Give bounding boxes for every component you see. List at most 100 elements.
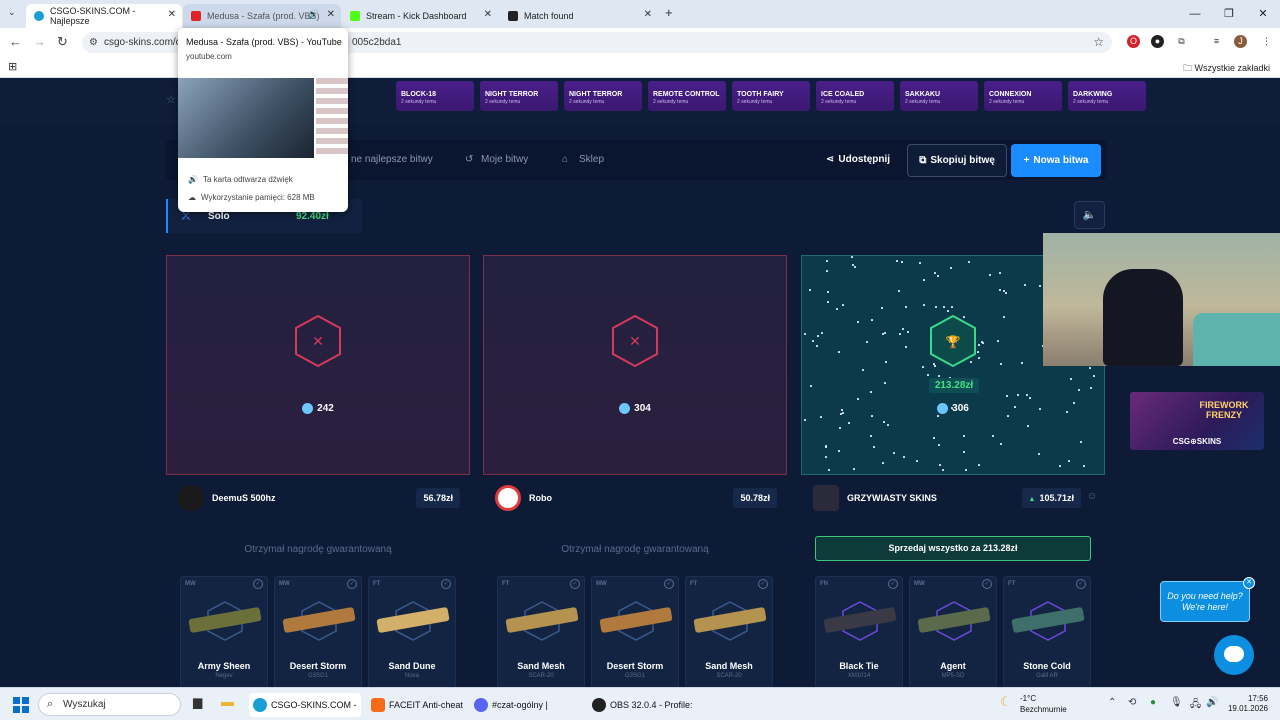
promo-banner[interactable]: FIREWORK FRENZY CSG⊕SKINS — [1130, 392, 1264, 450]
check-circle-icon[interactable]: ✓ — [570, 579, 580, 589]
microphone-icon[interactable]: 🎙 — [1170, 697, 1183, 708]
player-name[interactable]: DeemuS 500hz — [212, 493, 276, 503]
ticker-item[interactable]: CONNEXION 2 sekundy temu — [984, 81, 1062, 111]
apps-grid-icon[interactable]: ⊞ — [8, 60, 17, 73]
network-icon[interactable]: 🖧 — [1190, 697, 1201, 714]
item-card[interactable]: MW ✓ Army Sheen Negev — [180, 576, 268, 687]
weather-widget[interactable]: ☾ -1°C Bezchmurnie — [1000, 693, 1067, 715]
item-card[interactable]: FT ✓ Sand Mesh SCAR-20 — [685, 576, 773, 687]
sound-toggle-button[interactable]: 🔈 — [1074, 201, 1105, 229]
tab-youtube-medusa[interactable]: Medusa - Szafa (prod. VBS) 🔊 ✕ — [183, 4, 341, 28]
item-card[interactable]: FN ✓ Black Tie XM1014 — [815, 576, 903, 687]
bookmark-star-icon[interactable]: ☆ — [1093, 32, 1104, 53]
item-card[interactable]: FT ✓ Sand Dune Nova — [368, 576, 456, 687]
ticker-item[interactable]: ICE COALED 2 sekundy temu — [816, 81, 894, 111]
close-icon[interactable]: ✕ — [168, 9, 176, 20]
star-particle — [916, 460, 918, 462]
taskbar-app-obs[interactable]: OBS 32.0.4 - Profile: Bez — [588, 693, 708, 717]
all-bookmarks[interactable]: 🗀 Wszystkie zakładki — [1183, 61, 1270, 77]
check-circle-icon[interactable]: ✓ — [664, 579, 674, 589]
windows-start-icon[interactable] — [13, 697, 29, 713]
star-particle — [885, 361, 887, 363]
taskbar-search-input[interactable]: ⌕ Wyszukaj — [38, 693, 181, 716]
copy-battle-button[interactable]: ⧉ Skopiuj bitwę — [907, 144, 1007, 177]
item-card[interactable]: FT ✓ Stone Cold Galil AR — [1003, 576, 1091, 687]
check-circle-icon[interactable]: ✓ — [441, 579, 451, 589]
avatar[interactable] — [178, 485, 204, 511]
star-particle — [963, 451, 965, 453]
task-view-icon[interactable]: ▆ — [193, 695, 202, 709]
tab-kick-dashboard[interactable]: Stream - Kick Dashboard ✕ — [342, 4, 498, 28]
profile-avatar[interactable]: J — [1234, 35, 1247, 48]
check-circle-icon[interactable]: ✓ — [253, 579, 263, 589]
item-name: Sand Mesh — [517, 661, 565, 671]
nav-my-battles[interactable]: Moje bitwy — [481, 154, 528, 165]
shop-icon: ⌂ — [562, 154, 569, 165]
puzzle-extensions-icon[interactable]: ⧉ — [1175, 35, 1188, 48]
tab-search-dropdown-icon[interactable]: ⌄ — [8, 7, 16, 18]
ticker-item[interactable]: DARKWING 2 sekundy temu — [1068, 81, 1146, 111]
ticker-item[interactable]: BLOCK-18 2 sekundy temu — [396, 81, 474, 111]
nav-shop[interactable]: Sklep — [579, 154, 604, 165]
tray-onedrive-icon[interactable]: ● — [1150, 697, 1156, 708]
taskbar-app-discord[interactable]: #czat-ogólny | SIGMAS — [470, 693, 582, 717]
ticker-star-icon[interactable]: ☆ — [166, 93, 176, 106]
taskbar-app-faceit[interactable]: FACEIT Anti-cheat — [367, 693, 467, 717]
help-bubble[interactable]: Do you need help? We're here! — [1160, 581, 1250, 622]
close-icon[interactable]: ✕ — [644, 9, 652, 20]
site-settings-icon[interactable]: ⚙ — [89, 32, 98, 53]
nav-best-battles[interactable]: ne najlepsze bitwy — [351, 154, 433, 165]
ticker-item[interactable]: REMOTE CONTROL 2 sekundy temu — [648, 81, 726, 111]
ticker-item[interactable]: SAKKAKU 2 sekundy temu — [900, 81, 978, 111]
avatar[interactable] — [495, 485, 521, 511]
close-icon[interactable]: ✕ — [327, 9, 335, 20]
opera-extension-icon[interactable]: O — [1127, 35, 1140, 48]
star-particle — [905, 306, 907, 308]
extension-icon[interactable]: ● — [1151, 35, 1164, 48]
back-arrow-icon[interactable]: ← — [9, 34, 22, 49]
forward-arrow-icon[interactable]: → — [33, 34, 46, 49]
avatar[interactable] — [813, 485, 839, 511]
check-circle-icon[interactable]: ✓ — [1076, 579, 1086, 589]
reading-list-icon[interactable]: ≡ — [1210, 35, 1223, 48]
taskbar-app-chrome[interactable]: CSGO-SKINS.COM - Naj — [249, 693, 361, 717]
ticker-item[interactable]: NIGHT TERROR 2 sekundy temu — [564, 81, 642, 111]
star-particle — [1005, 292, 1007, 294]
player-name[interactable]: GRZYWIASTY SKINS — [847, 493, 937, 503]
tray-chevron-icon[interactable]: ⌃ — [1108, 697, 1116, 708]
sell-all-button[interactable]: Sprzedaj wszystko za 213.28zł — [815, 536, 1091, 561]
item-card[interactable]: FT ✓ Sand Mesh SCAR-20 — [497, 576, 585, 687]
tab-match-found[interactable]: Match found ✕ — [500, 4, 658, 28]
smile-icon[interactable]: ☺ — [1087, 491, 1097, 502]
new-battle-button[interactable]: + Nowa bitwa — [1011, 144, 1101, 177]
star-particle — [902, 328, 904, 330]
check-circle-icon[interactable]: ✓ — [982, 579, 992, 589]
close-icon[interactable]: ✕ — [1243, 577, 1255, 589]
chat-button[interactable] — [1214, 635, 1254, 675]
restore-icon[interactable]: ❐ — [1212, 0, 1246, 28]
item-card[interactable]: MW ✓ Agent MP5-SD — [909, 576, 997, 687]
share-button[interactable]: ⋖ Udostępnij — [826, 154, 890, 165]
star-particle — [857, 398, 859, 400]
item-card[interactable]: MW ✓ Desert Storm G3SG1 — [591, 576, 679, 687]
check-circle-icon[interactable]: ✓ — [888, 579, 898, 589]
ticker-item[interactable]: NIGHT TERROR 2 sekundy temu — [480, 81, 558, 111]
close-icon[interactable]: ✕ — [484, 9, 492, 20]
player-name[interactable]: Robo — [529, 493, 552, 503]
star-particle — [982, 342, 984, 344]
tab-csgo-skins[interactable]: CSGO-SKINS.COM - Najlepsze ✕ — [26, 4, 182, 28]
reload-icon[interactable]: ↻ — [57, 34, 68, 50]
window-close-icon[interactable]: ✕ — [1246, 0, 1280, 28]
check-circle-icon[interactable]: ✓ — [347, 579, 357, 589]
item-card[interactable]: MW ✓ Desert Storm G3SG1 — [274, 576, 362, 687]
ticker-item[interactable]: TOOTH FAIRY 2 sekundy temu — [732, 81, 810, 111]
minimize-icon[interactable]: — — [1178, 0, 1212, 28]
check-circle-icon[interactable]: ✓ — [758, 579, 768, 589]
new-tab-plus-icon[interactable]: + — [665, 5, 673, 20]
clock[interactable]: 17:56 19.01.2026 — [1228, 694, 1268, 714]
tray-app-icon[interactable]: ⟲ — [1128, 697, 1136, 708]
speaker-icon[interactable]: 🔊 — [308, 9, 319, 20]
file-explorer-icon[interactable]: ▬ — [221, 694, 234, 709]
more-menu-icon[interactable]: ⋮ — [1260, 35, 1273, 48]
volume-icon[interactable]: 🔊 — [1206, 697, 1218, 708]
